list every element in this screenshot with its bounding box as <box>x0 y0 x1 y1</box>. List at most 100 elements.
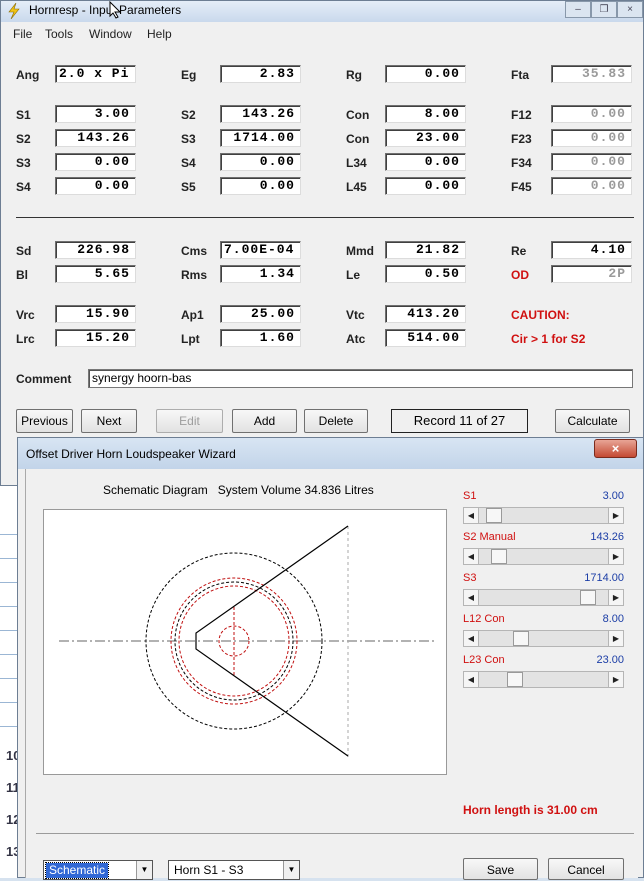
arrow-right-icon[interactable]: ▶ <box>608 631 623 646</box>
diagram-title: Schematic Diagram <box>103 483 208 497</box>
param-field-con-1[interactable]: 8.00 <box>385 105 466 123</box>
edit-button[interactable]: Edit <box>156 409 223 433</box>
slider-thumb[interactable] <box>513 631 529 646</box>
horn-select-value: Horn S1 - S3 <box>174 863 244 877</box>
param-field-l45[interactable]: 0.00 <box>385 177 466 195</box>
param-label-f45: F45 <box>511 180 532 194</box>
param-label-cms: Cms <box>181 244 208 258</box>
slider-thumb[interactable] <box>507 672 523 687</box>
arrow-right-icon[interactable]: ▶ <box>608 590 623 605</box>
menu-file[interactable]: File <box>13 27 32 41</box>
main-window: Hornresp - Input Parameters – ❐ × File T… <box>0 0 644 486</box>
param-label-s1: S1 <box>16 108 31 122</box>
save-button[interactable]: Save <box>463 858 538 880</box>
param-label-con-1: Con <box>346 108 370 122</box>
param-field-od: 2P <box>551 265 632 283</box>
param-field-mmd[interactable]: 21.82 <box>385 241 466 259</box>
arrow-left-icon[interactable]: ◀ <box>464 672 479 687</box>
param-field-f34: 0.00 <box>551 153 632 171</box>
slider-value-s1: 3.00 <box>602 490 624 502</box>
menu-window[interactable]: Window <box>89 27 132 41</box>
close-button[interactable]: × <box>617 1 643 18</box>
param-field-s4[interactable]: 0.00 <box>220 153 301 171</box>
slider-value-l23: 23.00 <box>596 654 624 666</box>
next-button[interactable]: Next <box>81 409 137 433</box>
param-field-f45: 0.00 <box>551 177 632 195</box>
horn-section-select[interactable]: Horn S1 - S3 ▼ <box>168 860 300 880</box>
slider-s1[interactable]: ◀ ▶ <box>463 507 624 524</box>
maximize-button[interactable]: ❐ <box>591 1 617 18</box>
arrow-right-icon[interactable]: ▶ <box>608 549 623 564</box>
chevron-down-icon[interactable]: ▼ <box>136 861 152 879</box>
minimize-button[interactable]: – <box>565 1 591 18</box>
wizard-titlebar[interactable]: Offset Driver Horn Loudspeaker Wizard × <box>18 438 643 469</box>
param-field-vtc[interactable]: 413.20 <box>385 305 466 323</box>
param-label-vtc: Vtc <box>346 308 365 322</box>
param-field-eg[interactable]: 2.83 <box>220 65 301 83</box>
view-select[interactable]: Schematic ▼ <box>43 860 153 880</box>
param-field-re[interactable]: 4.10 <box>551 241 632 259</box>
slider-l12[interactable]: ◀ ▶ <box>463 630 624 647</box>
param-label-s3-b: S3 <box>16 156 31 170</box>
system-volume: System Volume 34.836 Litres <box>217 483 374 497</box>
slider-thumb[interactable] <box>580 590 596 605</box>
param-field-vrc[interactable]: 15.90 <box>55 305 136 323</box>
arrow-left-icon[interactable]: ◀ <box>464 549 479 564</box>
param-label-lrc: Lrc <box>16 332 35 346</box>
arrow-left-icon[interactable]: ◀ <box>464 590 479 605</box>
param-label-bl: Bl <box>16 268 28 282</box>
param-field-s4-b[interactable]: 0.00 <box>55 177 136 195</box>
param-field-s2[interactable]: 143.26 <box>220 105 301 123</box>
arrow-left-icon[interactable]: ◀ <box>464 631 479 646</box>
slider-label-s3: S3 <box>463 572 477 584</box>
calculate-button[interactable]: Calculate <box>555 409 630 433</box>
comment-label: Comment <box>16 372 72 386</box>
cancel-button[interactable]: Cancel <box>548 858 624 880</box>
slider-s2[interactable]: ◀ ▶ <box>463 548 624 565</box>
param-field-rg[interactable]: 0.00 <box>385 65 466 83</box>
param-field-atc[interactable]: 514.00 <box>385 329 466 347</box>
previous-button[interactable]: Previous <box>16 409 73 433</box>
param-field-le[interactable]: 0.50 <box>385 265 466 283</box>
arrow-right-icon[interactable]: ▶ <box>608 672 623 687</box>
param-field-lrc[interactable]: 15.20 <box>55 329 136 347</box>
param-field-l34[interactable]: 0.00 <box>385 153 466 171</box>
param-field-rms[interactable]: 1.34 <box>220 265 301 283</box>
menu-bar: File Tools Window Help <box>1 25 643 45</box>
slider-thumb[interactable] <box>491 549 507 564</box>
param-label-f23: F23 <box>511 132 532 146</box>
wizard-divider <box>36 833 634 834</box>
slider-s3[interactable]: ◀ ▶ <box>463 589 624 606</box>
delete-button[interactable]: Delete <box>304 409 368 433</box>
param-field-s5[interactable]: 0.00 <box>220 177 301 195</box>
add-button[interactable]: Add <box>232 409 297 433</box>
param-field-lpt[interactable]: 1.60 <box>220 329 301 347</box>
param-field-s3-b[interactable]: 0.00 <box>55 153 136 171</box>
menu-tools[interactable]: Tools <box>45 27 73 41</box>
arrow-left-icon[interactable]: ◀ <box>464 508 479 523</box>
param-field-bl[interactable]: 5.65 <box>55 265 136 283</box>
param-label-f34: F34 <box>511 156 532 170</box>
param-field-f12: 0.00 <box>551 105 632 123</box>
chevron-down-icon[interactable]: ▼ <box>283 861 299 879</box>
param-field-ap1[interactable]: 25.00 <box>220 305 301 323</box>
param-field-cms[interactable]: 7.00E-04 <box>220 241 301 259</box>
wizard-title: Offset Driver Horn Loudspeaker Wizard <box>26 447 236 461</box>
param-field-s2-b[interactable]: 143.26 <box>55 129 136 147</box>
wizard-close-button[interactable]: × <box>594 439 637 458</box>
param-field-s3[interactable]: 1714.00 <box>220 129 301 147</box>
slider-thumb[interactable] <box>486 508 502 523</box>
comment-input[interactable]: synergy hoorn-bas <box>88 369 633 388</box>
menu-help[interactable]: Help <box>147 27 172 41</box>
param-field-s1[interactable]: 3.00 <box>55 105 136 123</box>
caution-text: Cir > 1 for S2 <box>511 332 586 346</box>
param-label-s3: S3 <box>181 132 196 146</box>
param-field-con-2[interactable]: 23.00 <box>385 129 466 147</box>
param-field-ang[interactable]: 2.0 x Pi <box>55 65 136 83</box>
schematic-header: Schematic Diagram System Volume 34.836 Li… <box>103 483 374 497</box>
slider-l23[interactable]: ◀ ▶ <box>463 671 624 688</box>
arrow-right-icon[interactable]: ▶ <box>608 508 623 523</box>
slider-value-s2: 143.26 <box>590 531 624 543</box>
main-titlebar[interactable]: Hornresp - Input Parameters – ❐ × <box>1 1 643 22</box>
param-field-sd[interactable]: 226.98 <box>55 241 136 259</box>
